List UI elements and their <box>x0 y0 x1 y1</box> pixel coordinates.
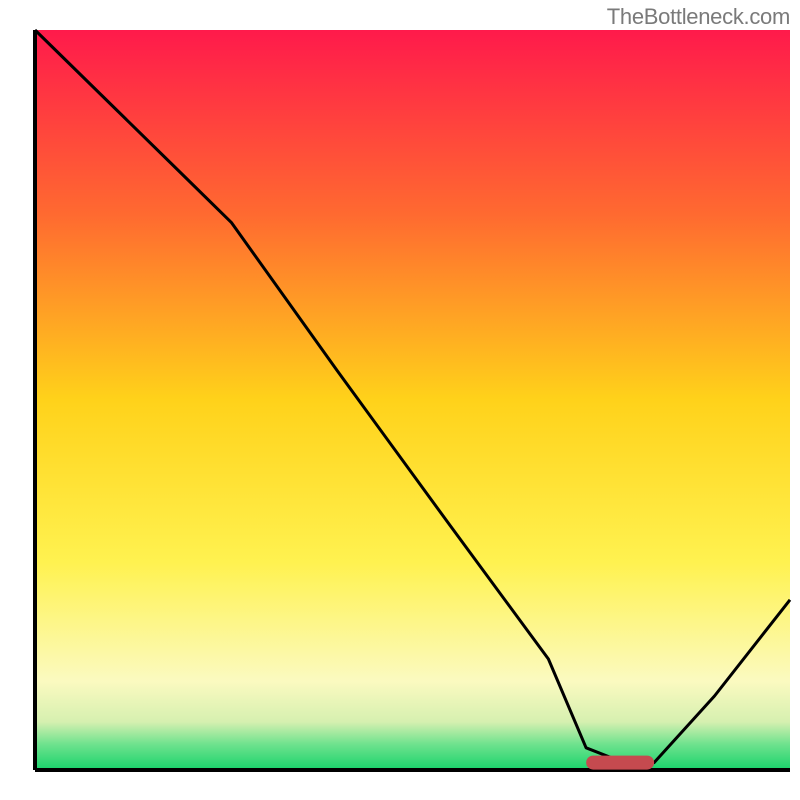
bottleneck-chart: TheBottleneck.com <box>0 0 800 800</box>
optimal-range-marker <box>586 756 654 770</box>
plot-svg <box>0 0 800 800</box>
attribution-label: TheBottleneck.com <box>607 4 790 30</box>
